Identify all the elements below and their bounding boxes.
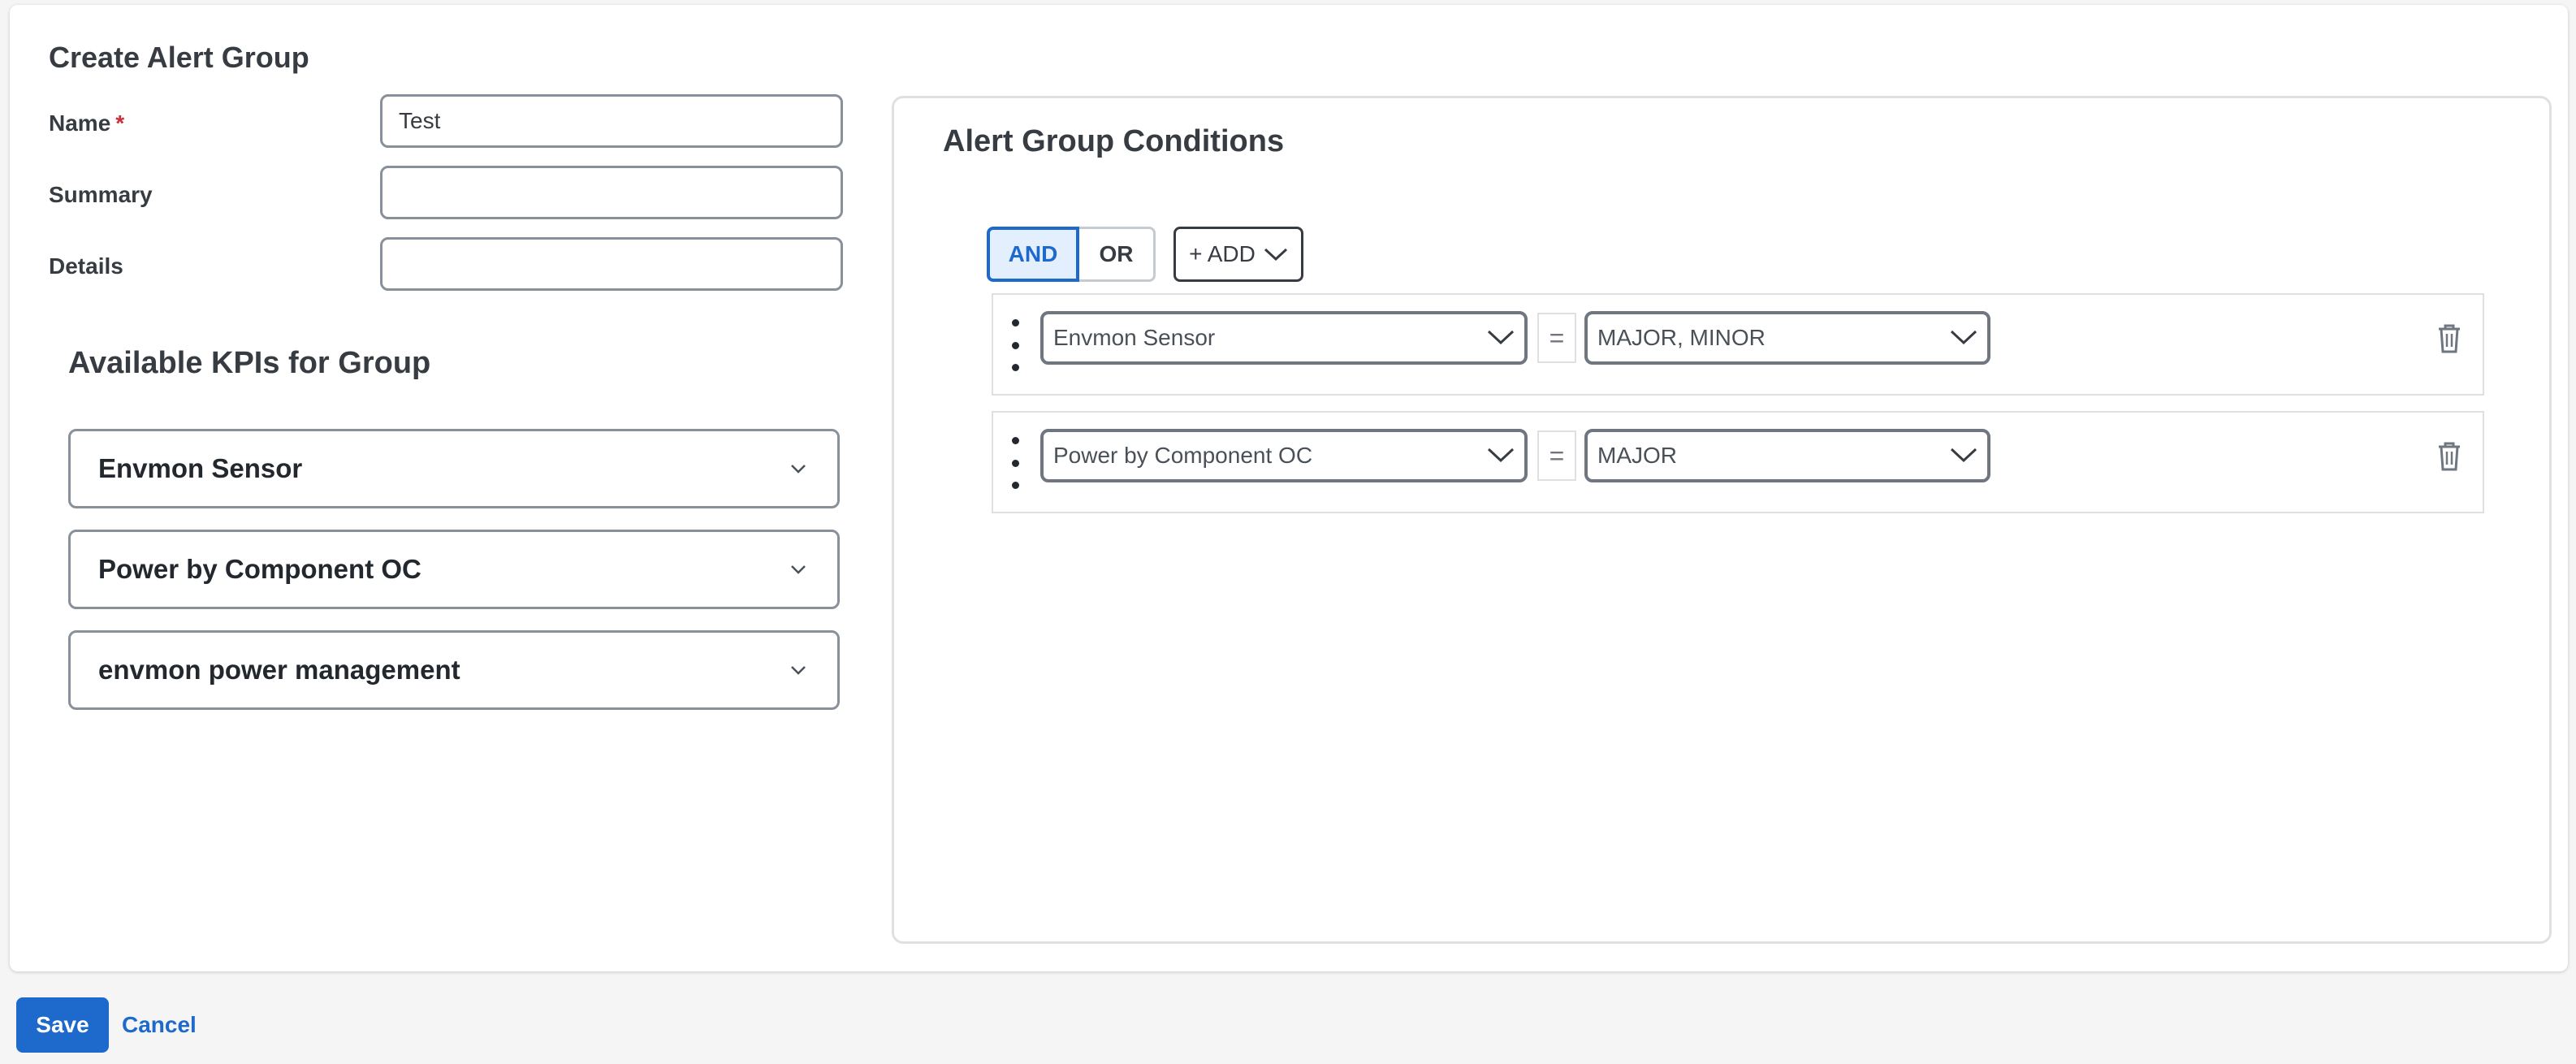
kpi-item-label: Envmon Sensor — [98, 453, 303, 483]
required-mark: * — [115, 110, 125, 136]
condition-kpi-select[interactable]: Envmon Sensor — [1040, 311, 1528, 365]
trash-icon[interactable] — [2436, 440, 2463, 473]
chevron-down-icon — [787, 457, 810, 480]
details-label: Details — [49, 253, 123, 279]
name-label: Name * — [49, 110, 125, 136]
add-condition-button[interactable]: + ADD — [1173, 227, 1303, 282]
drag-handle-icon[interactable] — [1009, 319, 1021, 371]
chevron-down-icon — [1264, 241, 1288, 267]
trash-icon[interactable] — [2436, 322, 2463, 355]
drag-handle-icon[interactable] — [1009, 437, 1021, 489]
select-value: MAJOR — [1597, 443, 1677, 468]
chevron-down-icon — [1950, 443, 1977, 469]
details-input[interactable] — [380, 237, 843, 291]
page-title: Create Alert Group — [49, 41, 309, 74]
condition-row: Envmon Sensor = MAJOR, MINOR — [992, 293, 2484, 396]
condition-row: Power by Component OC = MAJOR — [992, 411, 2484, 513]
condition-severity-select[interactable]: MAJOR — [1584, 429, 1990, 482]
kpi-item-envmon-sensor[interactable]: Envmon Sensor — [68, 429, 840, 508]
operator-equals: = — [1537, 430, 1576, 481]
kpi-item-label: Power by Component OC — [98, 554, 421, 584]
summary-input[interactable] — [380, 166, 843, 219]
chevron-down-icon — [787, 558, 810, 581]
cancel-link[interactable]: Cancel — [122, 1012, 197, 1038]
chevron-down-icon — [1487, 325, 1515, 351]
kpi-section-title: Available KPIs for Group — [68, 346, 431, 380]
create-alert-group-card: Create Alert Group Name* Summary Details… — [10, 5, 2568, 971]
chevron-down-icon — [787, 659, 810, 681]
kpi-item-envmon-power-management[interactable]: envmon power management — [68, 630, 840, 710]
summary-label: Summary — [49, 182, 153, 207]
select-value: MAJOR, MINOR — [1597, 325, 1766, 350]
operator-equals: = — [1537, 313, 1576, 363]
chevron-down-icon — [1487, 443, 1515, 469]
condition-kpi-select[interactable]: Power by Component OC — [1040, 429, 1528, 482]
condition-severity-select[interactable]: MAJOR, MINOR — [1584, 311, 1990, 365]
select-value: Envmon Sensor — [1053, 325, 1216, 350]
logic-toggle: AND OR — [987, 227, 1156, 282]
save-button[interactable]: Save — [16, 997, 109, 1053]
and-button[interactable]: AND — [987, 227, 1079, 282]
conditions-panel: Alert Group Conditions AND OR + ADD Envm… — [892, 96, 2552, 944]
add-label: + ADD — [1189, 241, 1256, 266]
kpi-item-label: envmon power management — [98, 655, 460, 685]
conditions-title: Alert Group Conditions — [943, 124, 1285, 158]
or-button[interactable]: OR — [1079, 227, 1156, 282]
select-value: Power by Component OC — [1053, 443, 1313, 468]
name-input[interactable] — [380, 94, 843, 148]
kpi-item-power-by-component[interactable]: Power by Component OC — [68, 530, 840, 609]
chevron-down-icon — [1950, 325, 1977, 351]
